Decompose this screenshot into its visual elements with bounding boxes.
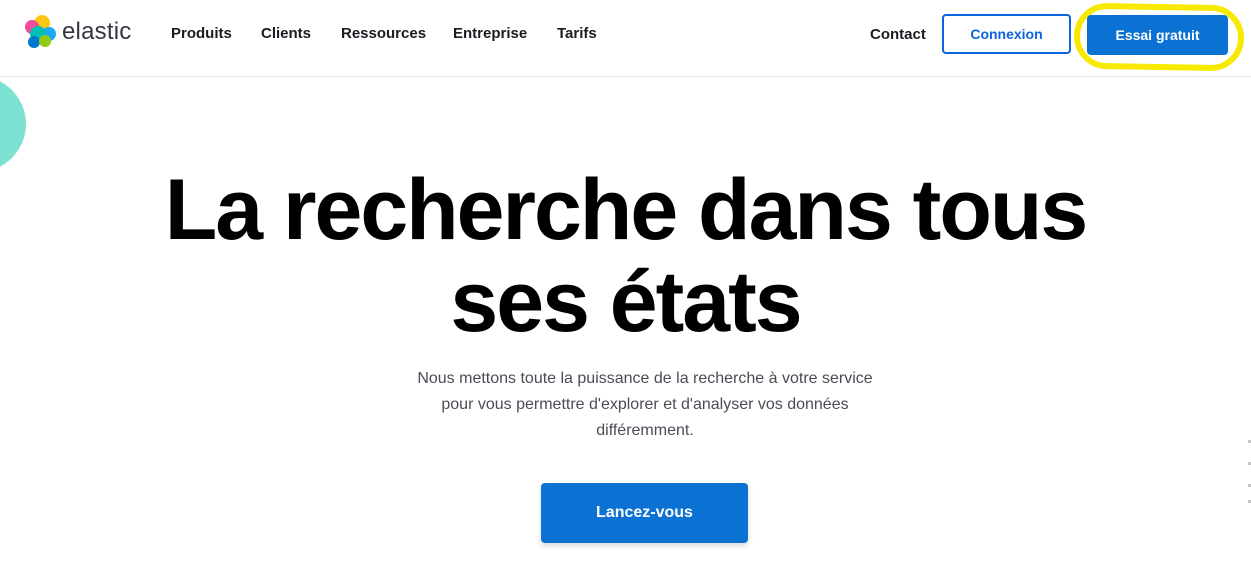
site-header: elastic Produits Clients Ressources Entr… <box>0 0 1251 77</box>
elastic-logo-link[interactable]: elastic <box>22 14 131 50</box>
nav-item-entreprise[interactable]: Entreprise <box>453 25 527 42</box>
hero-title-line1: La recherche dans tous <box>164 162 1088 258</box>
nav-item-tarifs[interactable]: Tarifs <box>557 25 597 42</box>
connexion-button[interactable]: Connexion <box>942 14 1071 54</box>
nav-item-clients[interactable]: Clients <box>261 25 311 42</box>
page: elastic Produits Clients Ressources Entr… <box>0 0 1251 564</box>
hero-title-line2: ses états <box>450 254 802 350</box>
elastic-logo-icon <box>25 15 56 48</box>
hero-subtitle-line2: pour vous permettre d'explorer et d'anal… <box>441 396 849 413</box>
hero-subtitle: Nous mettons toute la puissance de la re… <box>395 366 895 444</box>
brand-name: elastic <box>62 18 132 45</box>
contact-link[interactable]: Contact <box>870 26 926 43</box>
get-started-button[interactable]: Lancez-vous <box>541 483 748 543</box>
hero-title: La recherche dans tous ses états <box>0 164 1251 348</box>
nav-item-produits[interactable]: Produits <box>171 25 232 42</box>
decorative-circle <box>0 76 26 172</box>
nav-item-ressources[interactable]: Ressources <box>341 25 426 42</box>
hero-subtitle-line3: différemment. <box>596 422 694 439</box>
free-trial-button[interactable]: Essai gratuit <box>1087 15 1228 55</box>
hero-subtitle-line1: Nous mettons toute la puissance de la re… <box>417 370 873 387</box>
